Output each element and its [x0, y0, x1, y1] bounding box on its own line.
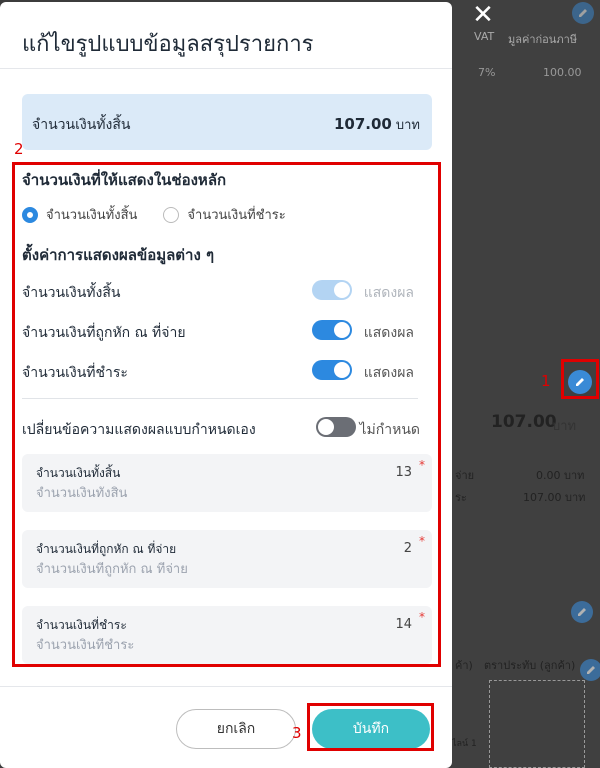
bg-summary-unit: บาท	[552, 419, 577, 434]
bg-stamp-box	[489, 680, 585, 768]
bg-edit-pencil-icon-3	[580, 659, 600, 681]
divider	[0, 686, 452, 687]
bg-line2-value: 107.00 บาท	[523, 491, 586, 504]
annotation-box-3	[307, 703, 434, 751]
cancel-button[interactable]: ยกเลิก	[176, 709, 296, 749]
annotation-box-1	[561, 359, 599, 399]
close-icon[interactable]: ✕	[470, 2, 496, 28]
bg-edit-pencil-icon	[572, 2, 594, 24]
total-value: 107.00 บาท	[334, 114, 420, 135]
bg-sign-label: ค้า)	[455, 659, 473, 672]
modal-title: แก้ไขรูปแบบข้อมูลสรุปรายการ	[22, 32, 314, 57]
total-number: 107.00	[333, 115, 392, 133]
bg-line1-label: จ่าย	[455, 469, 475, 482]
bg-edit-pencil-icon-2	[571, 601, 593, 623]
bg-col-pretax: มูลค่าก่อนภาษี	[508, 33, 577, 46]
annotation-number-1: 1	[541, 372, 551, 390]
annotation-number-3: 3	[292, 724, 302, 742]
bg-row-vat: 7%	[478, 66, 496, 79]
total-label: จำนวนเงินทั้งสิ้น	[32, 117, 131, 133]
bg-col-vat: VAT	[474, 30, 495, 43]
bg-summary-total: 107.00	[491, 412, 557, 432]
annotation-number-2: 2	[14, 140, 24, 158]
bg-stamp-label: ตราประทับ (ลูกค้า)	[484, 659, 576, 672]
divider	[0, 68, 452, 69]
total-unit: บาท	[395, 118, 420, 133]
bg-row-pretax: 100.00	[543, 66, 582, 79]
annotation-box-2	[12, 162, 441, 667]
bg-line2-label: ระ	[455, 491, 467, 504]
bg-line1-value: 0.00 บาท	[536, 469, 585, 482]
bg-date-label: ไลน์ 1	[452, 739, 477, 749]
total-amount-box: จำนวนเงินทั้งสิ้น 107.00 บาท	[22, 94, 432, 150]
